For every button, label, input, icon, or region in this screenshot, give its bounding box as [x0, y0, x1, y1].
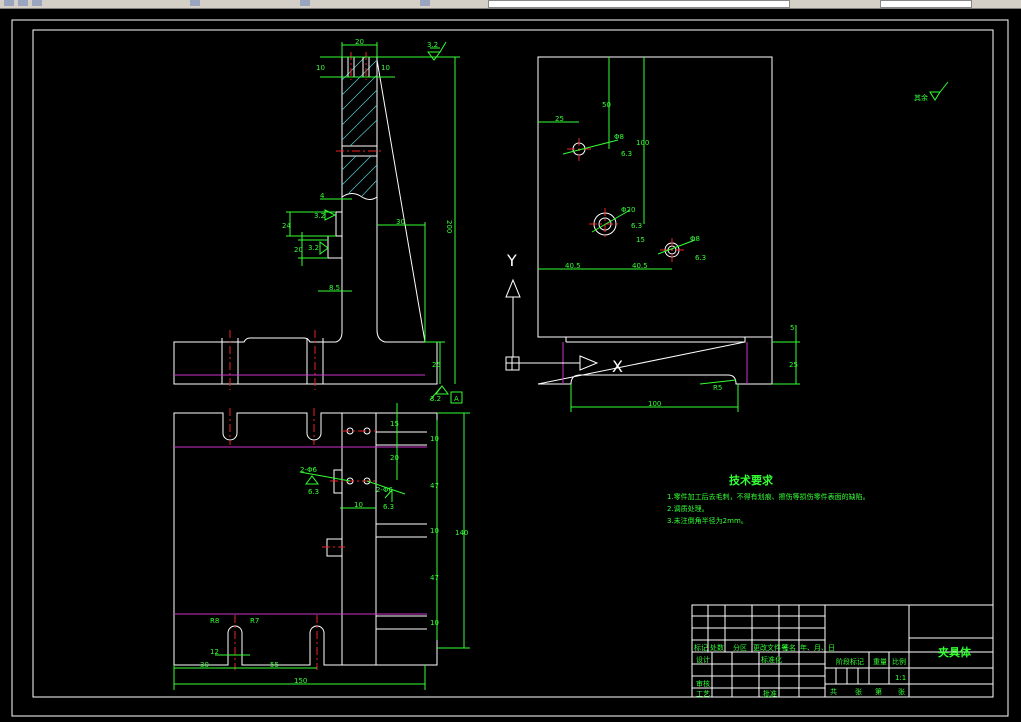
svg-text:50: 50 — [602, 101, 611, 109]
svg-text:张: 张 — [898, 687, 905, 696]
svg-text:技术要求: 技术要求 — [729, 473, 774, 487]
cad-drawing-canvas[interactable]: 20 10 10 200 30 25 4 8.5 24 20 3.2 3.2 3… — [0, 0, 1021, 722]
svg-text:夹具体: 夹具体 — [938, 645, 972, 659]
svg-text:4: 4 — [320, 192, 325, 200]
svg-text:签名: 签名 — [782, 643, 796, 652]
svg-text:共: 共 — [830, 687, 837, 696]
svg-text:重量: 重量 — [873, 658, 887, 666]
svg-text:Y: Y — [506, 251, 517, 270]
side-outline — [537, 56, 773, 338]
svg-text:6.3: 6.3 — [695, 254, 706, 262]
svg-text:3.2: 3.2 — [427, 41, 438, 49]
svg-text:5: 5 — [790, 324, 794, 332]
svg-text:阶段标记: 阶段标记 — [836, 657, 864, 666]
svg-text:30: 30 — [200, 661, 209, 669]
svg-text:20: 20 — [390, 454, 399, 462]
svg-text:15: 15 — [390, 420, 399, 428]
svg-text:Φ8: Φ8 — [614, 133, 624, 141]
svg-text:3.2: 3.2 — [314, 212, 325, 220]
svg-text:1.零件加工后去毛刺，不得有划痕、擦伤等损伤零件表面的缺陷。: 1.零件加工后去毛刺，不得有划痕、擦伤等损伤零件表面的缺陷。 — [667, 492, 870, 501]
svg-text:25: 25 — [555, 115, 564, 123]
svg-text:2.调质处理。: 2.调质处理。 — [667, 504, 709, 513]
svg-text:150: 150 — [294, 677, 307, 685]
svg-text:分区: 分区 — [733, 643, 747, 652]
svg-text:15: 15 — [636, 236, 645, 244]
svg-text:40.5: 40.5 — [632, 262, 648, 270]
svg-text:R8: R8 — [210, 617, 219, 625]
svg-text:年、月、日: 年、月、日 — [800, 643, 835, 652]
svg-text:比例: 比例 — [892, 657, 906, 666]
svg-text:2-Φ6: 2-Φ6 — [376, 486, 393, 494]
svg-text:3.未注倒角半径为2mm。: 3.未注倒角半径为2mm。 — [667, 516, 748, 525]
svg-text:张: 张 — [855, 687, 862, 696]
svg-text:标记: 标记 — [694, 643, 708, 652]
svg-text:工艺: 工艺 — [696, 690, 710, 698]
svg-text:1:1: 1:1 — [895, 674, 906, 682]
outer-frame — [11, 19, 1009, 717]
svg-text:24: 24 — [282, 222, 291, 230]
svg-text:30: 30 — [396, 218, 405, 226]
side-view — [537, 56, 773, 385]
svg-text:6.3: 6.3 — [308, 488, 319, 496]
svg-text:10: 10 — [430, 619, 439, 627]
svg-text:140: 140 — [455, 529, 468, 537]
svg-text:20: 20 — [294, 246, 303, 254]
technical-requirements: 技术要求 1.零件加工后去毛刺，不得有划痕、擦伤等损伤零件表面的缺陷。 2.调质… — [667, 473, 870, 525]
svg-text:55: 55 — [270, 661, 279, 669]
svg-text:20: 20 — [355, 38, 364, 46]
svg-text:25: 25 — [789, 361, 798, 369]
svg-text:6.3: 6.3 — [631, 222, 642, 230]
svg-text:Φ8: Φ8 — [690, 235, 700, 243]
svg-text:3.2: 3.2 — [430, 395, 441, 403]
svg-text:处数: 处数 — [710, 643, 724, 652]
svg-text:47: 47 — [430, 482, 439, 490]
svg-text:10: 10 — [354, 501, 363, 509]
side-view-dimensions: 50 25 100 15 40.5 40.5 100 25 5 R5 Φ8 6.… — [538, 57, 800, 412]
svg-text:X: X — [612, 357, 623, 376]
svg-text:8.5: 8.5 — [329, 284, 340, 292]
svg-text:2-Φ6: 2-Φ6 — [300, 466, 317, 474]
section-hatch — [341, 56, 378, 197]
svg-text:10: 10 — [316, 64, 325, 72]
svg-text:100: 100 — [648, 400, 661, 408]
svg-text:审核: 审核 — [696, 679, 710, 688]
svg-text:25: 25 — [432, 361, 441, 369]
svg-text:第: 第 — [875, 687, 882, 696]
top-view — [173, 408, 438, 670]
svg-text:10: 10 — [430, 435, 439, 443]
svg-text:标准化: 标准化 — [761, 655, 782, 664]
svg-text:200: 200 — [445, 220, 453, 233]
svg-text:12: 12 — [210, 648, 219, 656]
svg-text:40.5: 40.5 — [565, 262, 581, 270]
svg-text:其余: 其余 — [914, 93, 928, 102]
svg-text:3.2: 3.2 — [308, 244, 319, 252]
svg-text:批准: 批准 — [763, 689, 777, 698]
svg-text:R5: R5 — [713, 384, 722, 392]
svg-text:100: 100 — [636, 139, 649, 147]
svg-text:10: 10 — [430, 527, 439, 535]
svg-text:6.3: 6.3 — [621, 150, 632, 158]
svg-text:R7: R7 — [250, 617, 259, 625]
svg-text:6.3: 6.3 — [383, 503, 394, 511]
front-view-dimensions: 20 10 10 200 30 25 4 8.5 24 20 3.2 3.2 3… — [282, 38, 463, 404]
svg-text:Φ20: Φ20 — [621, 206, 635, 214]
svg-text:设计: 设计 — [696, 655, 710, 664]
title-block: 标记 处数 分区 更改文件号 签名 年、月、日 设计 标准化 审核 工艺 批准 … — [691, 604, 994, 698]
top-outline — [173, 412, 438, 666]
svg-text:47: 47 — [430, 574, 439, 582]
surface-roughness-note: 其余 — [914, 81, 949, 102]
svg-text:A: A — [454, 395, 459, 403]
svg-text:10: 10 — [381, 64, 390, 72]
